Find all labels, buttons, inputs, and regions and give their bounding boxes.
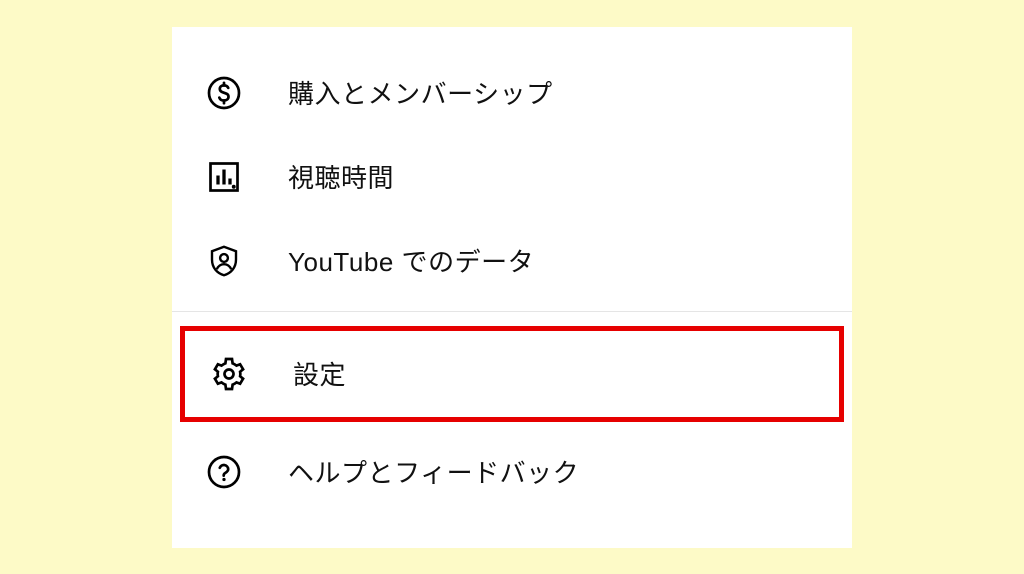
menu-item-settings[interactable]: 設定 — [185, 331, 839, 417]
menu-item-help[interactable]: ヘルプとフィードバック — [172, 430, 852, 514]
menu-item-label: ヘルプとフィードバック — [288, 453, 579, 490]
gear-icon — [211, 356, 247, 392]
menu-item-your-data[interactable]: YouTube でのデータ — [172, 219, 852, 303]
menu-item-label: 購入とメンバーシップ — [288, 74, 553, 111]
menu-list-2: ヘルプとフィードバック — [172, 430, 852, 514]
menu-item-label: YouTube でのデータ — [288, 242, 534, 279]
menu-item-label: 設定 — [293, 355, 346, 392]
menu-item-label: 視聴時間 — [288, 158, 394, 195]
settings-highlight-box: 設定 — [180, 326, 844, 422]
menu-panel: 購入とメンバーシップ 視聴時間 — [172, 27, 852, 548]
menu-list: 購入とメンバーシップ 視聴時間 — [172, 51, 852, 303]
bar-chart-box-icon — [206, 159, 242, 195]
menu-item-purchases[interactable]: 購入とメンバーシップ — [172, 51, 852, 135]
divider — [172, 311, 852, 312]
person-shield-icon — [206, 243, 242, 279]
help-circle-icon — [206, 454, 242, 490]
menu-item-watch-time[interactable]: 視聴時間 — [172, 135, 852, 219]
dollar-circle-icon — [206, 75, 242, 111]
